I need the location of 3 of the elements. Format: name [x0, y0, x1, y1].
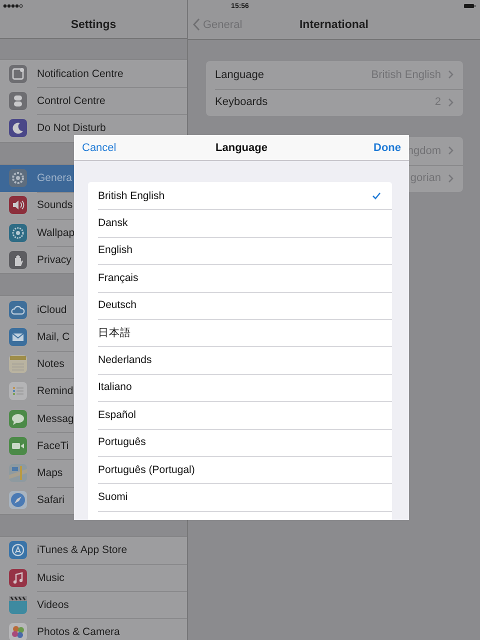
sidebar-title: Settings — [70, 19, 116, 31]
page-title: International — [299, 19, 368, 31]
popup-title: Language — [216, 142, 268, 154]
